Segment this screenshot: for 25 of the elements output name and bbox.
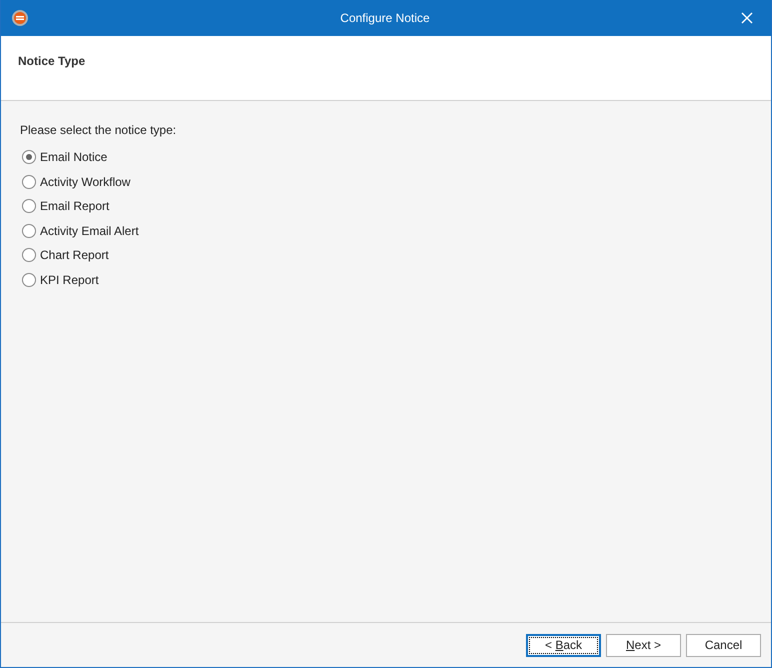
radio-button[interactable] [22, 248, 36, 262]
radio-button[interactable] [22, 272, 36, 287]
radio-button[interactable] [22, 224, 36, 238]
option-label: Email Report [40, 198, 110, 216]
radio-button[interactable] [22, 150, 36, 164]
dialog-button[interactable]: Cancel [686, 634, 761, 656]
dialog-button[interactable]: < Back [526, 634, 601, 656]
option-label: KPI Report [40, 272, 99, 289]
radio-option[interactable]: Chart Report [20, 243, 752, 268]
prompt-label: Please select the notice type: [20, 122, 178, 139]
radio-option[interactable]: Activity Workflow [20, 170, 752, 194]
option-label: Email Notice [40, 149, 108, 166]
close-icon[interactable] [741, 12, 753, 24]
radio-option[interactable]: Activity Email Alert [20, 218, 752, 243]
option-label: Chart Report [40, 247, 109, 264]
dialog-button[interactable]: Next > [606, 634, 681, 656]
option-label: Activity Email Alert [40, 222, 139, 240]
radio-option[interactable]: Email Report [20, 194, 752, 218]
radio-button[interactable] [22, 199, 36, 214]
radio-option[interactable]: KPI Report [20, 268, 752, 292]
radio-option[interactable]: Email Notice [20, 145, 752, 170]
page-heading: Notice Type [18, 53, 86, 70]
option-label: Activity Workflow [40, 174, 130, 191]
window-title: Configure Notice [339, 10, 431, 27]
radio-button[interactable] [22, 174, 36, 189]
